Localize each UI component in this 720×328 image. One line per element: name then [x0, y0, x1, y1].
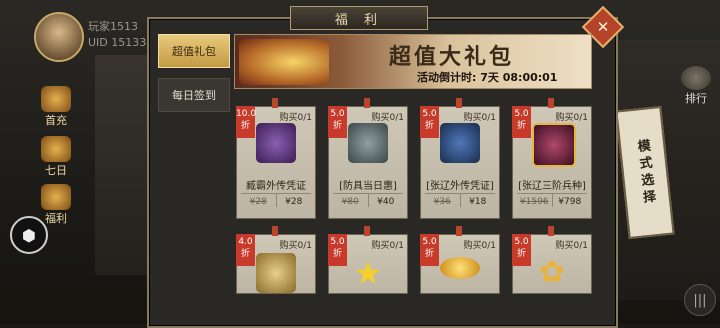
- pin: [456, 98, 462, 108]
- purchase-count: 购买0/1: [279, 241, 313, 251]
- pin: [548, 226, 554, 236]
- discount-badge: 5.0 折: [328, 234, 347, 266]
- purchase-count: 购买0/1: [463, 113, 497, 123]
- armor-icon: [348, 123, 388, 163]
- original-price: ¥28: [249, 197, 267, 207]
- gift-card[interactable]: 5.0 折 购买0/1 ★: [328, 226, 408, 294]
- purchase-count: 购买0/1: [371, 241, 405, 251]
- cube-menu-icon[interactable]: ⬢: [10, 216, 48, 254]
- unit-icon: [532, 123, 576, 167]
- seven-day-icon: [41, 136, 71, 162]
- pin: [272, 98, 278, 108]
- gift-card[interactable]: 5.0 折 购买0/1 [防具当日惠] ¥80 ¥40: [328, 98, 408, 219]
- pin: [364, 226, 370, 236]
- sale-price: ¥798: [551, 194, 588, 207]
- promo-banner: 超值大礼包 活动倒计时: 7天 08:00:01: [234, 34, 592, 89]
- tab-daily-signin[interactable]: 每日签到: [158, 78, 230, 112]
- gold-ingot-icon: [440, 257, 480, 279]
- gift-card[interactable]: 4.0 折 购买0/1: [236, 226, 316, 294]
- discount-badge: 5.0 折: [420, 106, 439, 138]
- discount-badge: 10.0 折: [236, 106, 256, 138]
- background-pillar: [95, 55, 155, 275]
- discount-badge: 4.0 折: [236, 234, 255, 266]
- charm-icon: [256, 253, 296, 293]
- pin: [364, 98, 370, 108]
- countdown: 活动倒计时: 7天 08:00:01: [417, 69, 557, 85]
- price-row: ¥1596 ¥798: [517, 193, 587, 207]
- original-price: ¥80: [341, 197, 359, 207]
- rank-icon: [681, 66, 711, 90]
- gift-card[interactable]: 5.0 折 购买0/1 ✿: [512, 226, 592, 294]
- flower-icon: ✿: [539, 255, 565, 290]
- gift-card[interactable]: 10.0 折 购买0/1 臧霸外传凭证 ¥28 ¥28: [236, 98, 316, 219]
- item-name: 臧霸外传凭证: [246, 181, 306, 192]
- star-icon: ★: [353, 254, 383, 292]
- price-row: ¥28 ¥28: [241, 193, 311, 207]
- player-name: 玩家1513: [88, 20, 138, 33]
- tab-value-pack[interactable]: 超值礼包: [158, 34, 230, 68]
- discount-badge: 5.0 折: [512, 234, 531, 266]
- gift-card[interactable]: 5.0 折 购买0/1 [张辽三阶兵种] ¥1596 ¥798: [512, 98, 592, 219]
- gift-card[interactable]: 5.0 折 购买0/1: [420, 226, 500, 294]
- sale-price: ¥40: [367, 194, 404, 207]
- price-row: ¥80 ¥40: [333, 193, 403, 207]
- pin: [548, 98, 554, 108]
- seven-day-label: 七日: [45, 164, 67, 177]
- item-name: [张辽外传凭证]: [426, 181, 494, 192]
- player-avatar[interactable]: [34, 12, 84, 62]
- pin: [456, 226, 462, 236]
- banner-title: 超值大礼包: [389, 44, 515, 70]
- first-charge-button[interactable]: 首充: [38, 86, 74, 127]
- first-charge-label: 首充: [45, 114, 67, 127]
- countdown-label: 活动倒计时:: [417, 71, 477, 84]
- first-charge-icon: [41, 86, 71, 112]
- seven-day-button[interactable]: 七日: [38, 136, 74, 177]
- discount-badge: 5.0 折: [512, 106, 531, 138]
- purchase-count: 购买0/1: [463, 241, 497, 251]
- purchase-count: 购买0/1: [555, 113, 589, 123]
- item-name: [防具当日惠]: [339, 181, 397, 192]
- close-icon: ✕: [596, 18, 610, 36]
- rank-label: 排行: [685, 92, 707, 105]
- scroll-icon: [256, 123, 296, 163]
- sale-price: ¥28: [275, 194, 312, 207]
- countdown-value: 7天 08:00:01: [480, 71, 558, 84]
- gift-card[interactable]: 5.0 折 购买0/1 [张辽外传凭证] ¥36 ¥18: [420, 98, 500, 219]
- price-row: ¥36 ¥18: [425, 193, 495, 207]
- original-price: ¥36: [433, 197, 451, 207]
- discount-badge: 5.0 折: [328, 106, 347, 138]
- pin: [272, 226, 278, 236]
- helmet-icon: [440, 123, 480, 163]
- purchase-count: 购买0/1: [371, 113, 405, 123]
- menu-icon[interactable]: |||: [684, 284, 716, 316]
- treasure-chest-icon: [239, 39, 329, 85]
- panel-title: 福 利: [290, 6, 428, 30]
- purchase-count: 购买0/1: [279, 113, 313, 123]
- welfare-button[interactable]: 福利: [38, 184, 74, 225]
- item-name: [张辽三阶兵种]: [518, 181, 586, 192]
- sale-price: ¥18: [459, 194, 496, 207]
- purchase-count: 购买0/1: [555, 241, 589, 251]
- welfare-icon: [41, 184, 71, 210]
- discount-badge: 5.0 折: [420, 234, 439, 266]
- rank-button[interactable]: 排行: [676, 66, 716, 108]
- original-price: ¥1596: [519, 197, 549, 207]
- player-uid: UID 151334: [88, 36, 154, 49]
